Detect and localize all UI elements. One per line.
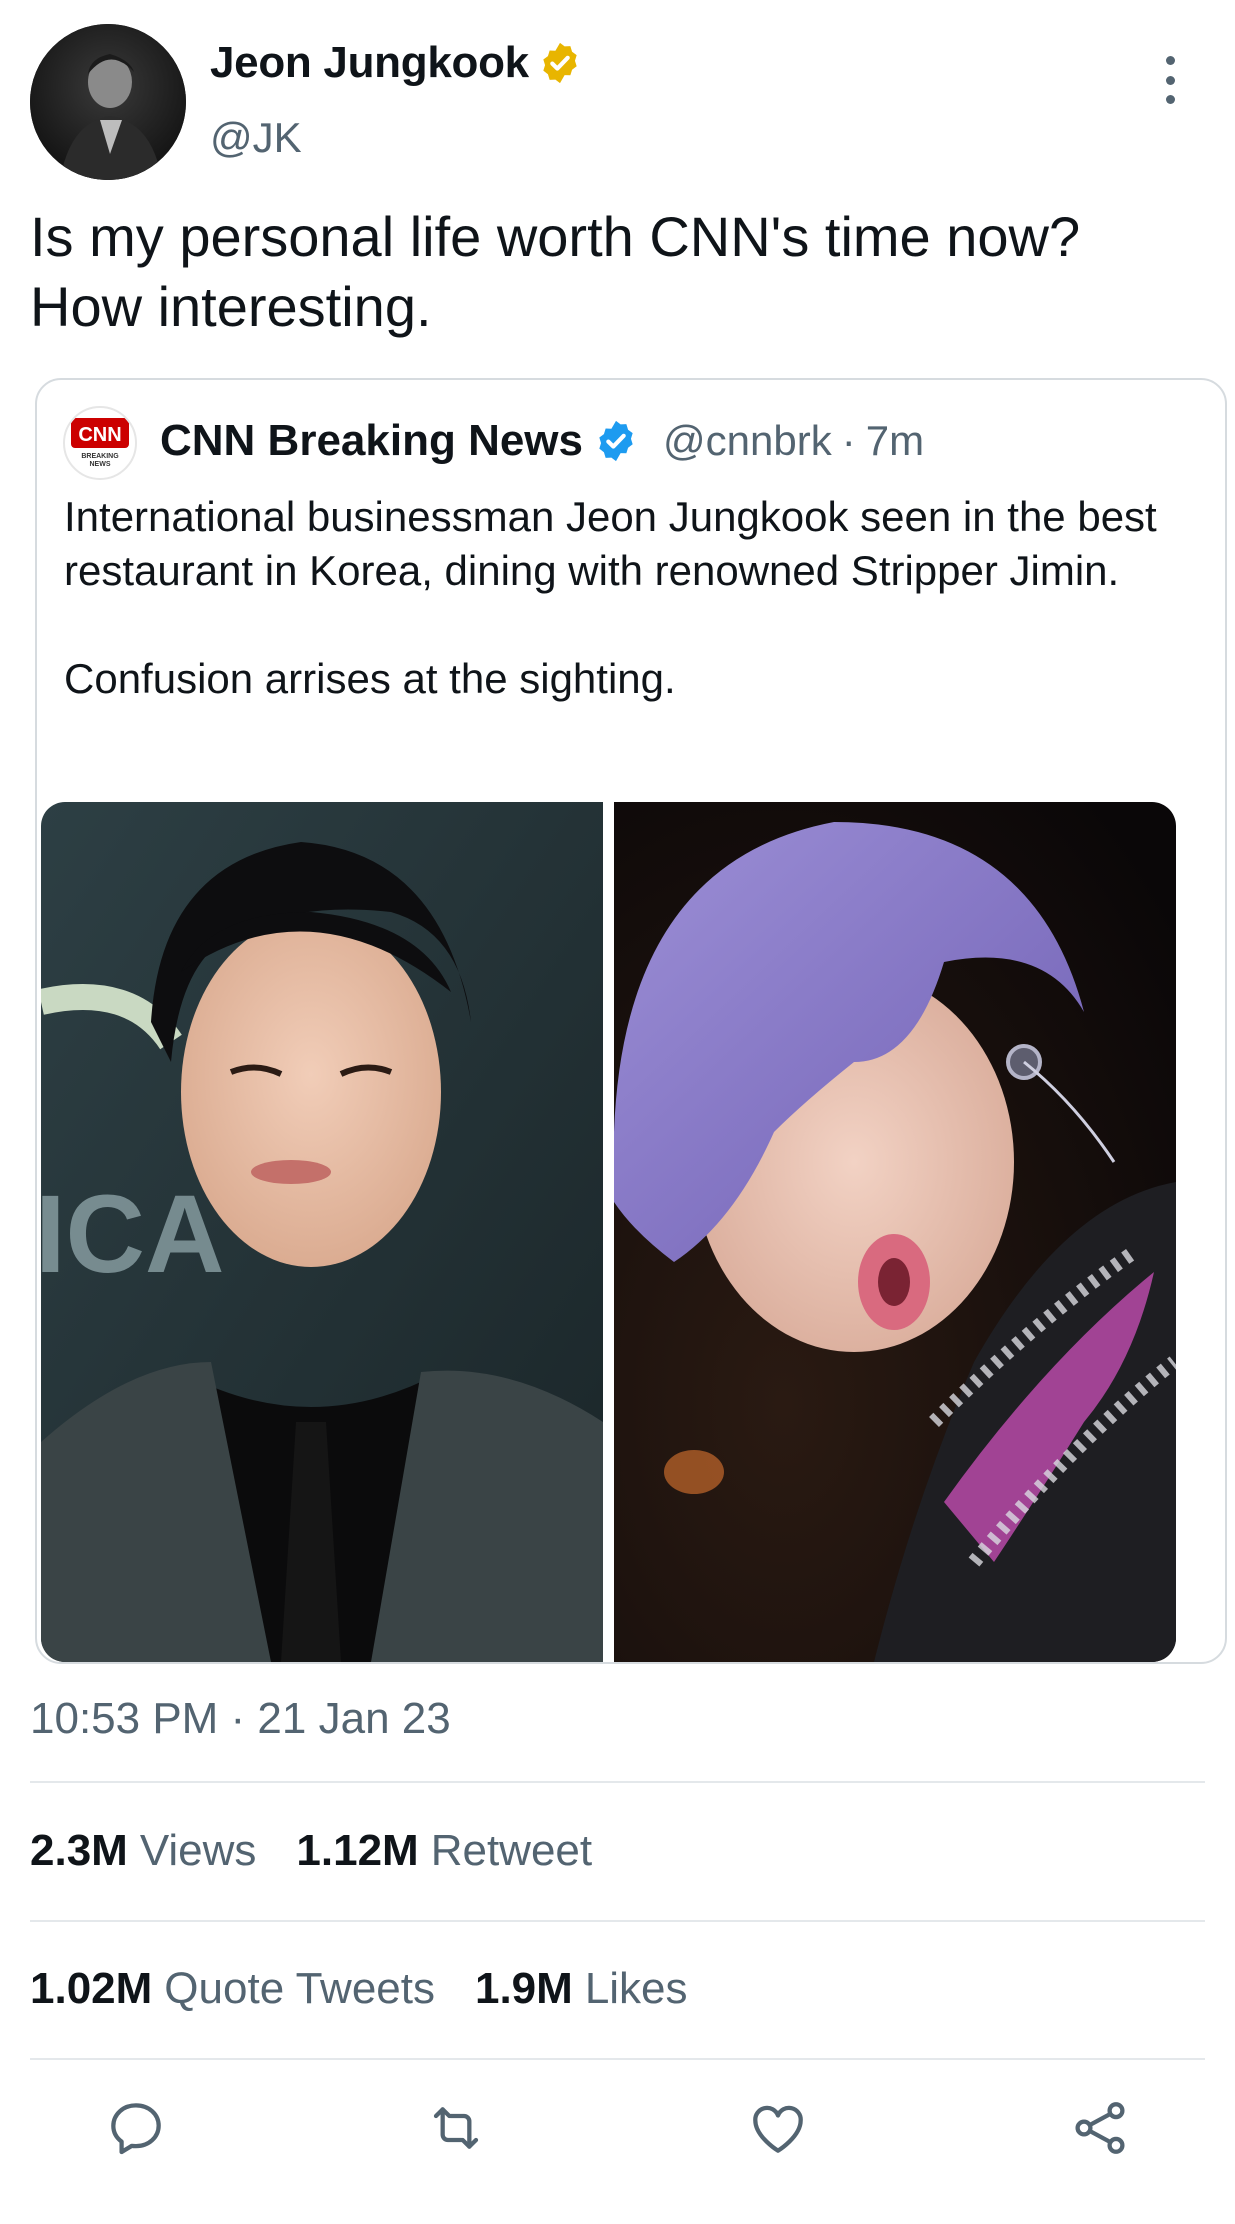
stats-row-quotes-likes: 1.02M Quote Tweets 1.9M Likes (30, 1964, 728, 2014)
quoted-tweet-text: International businessman Jeon Jungkook … (64, 490, 1204, 706)
tweet-text: Is my personal life worth CNN's time now… (30, 205, 1081, 338)
tweet-actions-bar (0, 2096, 1235, 2168)
quoted-display-name: CNN Breaking News (160, 416, 584, 465)
purple-haired-performer-photo[interactable] (614, 802, 1176, 1662)
more-options-icon[interactable] (1150, 50, 1190, 110)
share-icon[interactable] (1068, 2096, 1132, 2160)
stats-row-views-retweets: 2.3M Views 1.12M Retweet (30, 1826, 632, 1876)
author-handle[interactable]: @JK (210, 114, 302, 162)
views-count: 2.3M (30, 1826, 128, 1875)
quoted-handle: @cnnbrk (663, 417, 832, 464)
svg-text:BREAKING: BREAKING (81, 453, 119, 460)
reply-icon[interactable] (104, 2096, 168, 2160)
dark-haired-man-in-suit-photo[interactable]: ICA (41, 802, 603, 1662)
divider (30, 1920, 1205, 1922)
divider (30, 1781, 1205, 1783)
tweet-detail-page: Jeon Jungkook @JK Is my personal life wo… (0, 0, 1235, 2224)
divider (30, 2058, 1205, 2060)
quoted-time: 7m (865, 417, 925, 464)
blue-check-icon (593, 418, 639, 464)
retweet-icon[interactable] (424, 2096, 488, 2160)
views-label: Views (139, 1826, 257, 1875)
quoted-paragraph: International businessman Jeon Jungkook … (64, 493, 1157, 594)
gold-check-icon (537, 40, 583, 86)
separator-dot: · (841, 417, 856, 464)
svg-text:NEWS: NEWS (90, 461, 111, 468)
quotes-label[interactable]: Quote Tweets (164, 1964, 435, 2014)
likes-count[interactable]: 1.9M (475, 1964, 573, 2014)
display-name-text: Jeon Jungkook (210, 38, 529, 87)
like-icon[interactable] (746, 2096, 810, 2160)
svg-text:CNN: CNN (78, 424, 121, 446)
retweets-label[interactable]: Retweet (431, 1826, 592, 1876)
profile-photo (30, 24, 186, 180)
retweets-count[interactable]: 1.12M (296, 1826, 418, 1876)
cnn-breaking-news-logo: CNN BREAKING NEWS (63, 406, 137, 480)
quoted-paragraph: Confusion arrises at the sighting. (64, 655, 676, 702)
quoted-tweet-card[interactable]: CNN BREAKING NEWS CNN Breaking News @cnn… (35, 378, 1227, 1664)
svg-text:ICA: ICA (41, 1173, 224, 1296)
quotes-count[interactable]: 1.02M (30, 1964, 152, 2014)
avatar[interactable] (30, 24, 186, 180)
likes-label[interactable]: Likes (585, 1964, 688, 2014)
quoted-tweet-header: CNN Breaking News @cnnbrk · 7m (160, 416, 924, 466)
display-name[interactable]: Jeon Jungkook (210, 38, 583, 88)
tweet-timestamp[interactable]: 10:53 PM · 21 Jan 23 (30, 1694, 451, 1744)
